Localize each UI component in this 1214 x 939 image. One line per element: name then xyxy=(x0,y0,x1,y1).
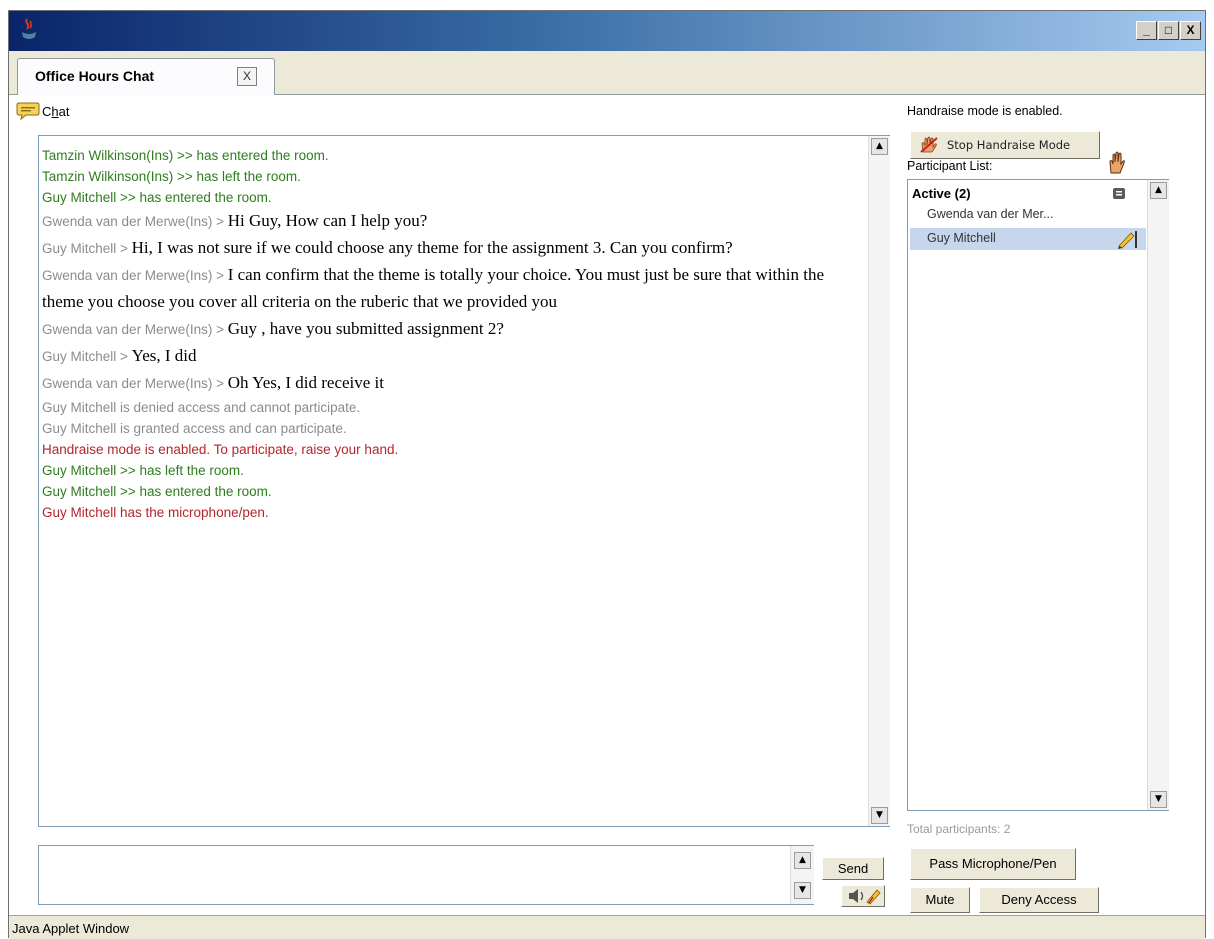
input-scrollbar[interactable]: ▲ ▼ xyxy=(790,846,814,904)
chat-message: Guy Mitchell is granted access and can p… xyxy=(42,421,347,436)
chat-section-label: Chat xyxy=(42,104,70,119)
message-speaker: Gwenda van der Merwe(Ins) > xyxy=(42,322,228,337)
input-scroll-down-icon[interactable]: ▼ xyxy=(794,882,811,899)
chat-message: Guy Mitchell has the microphone/pen. xyxy=(42,505,269,520)
participant-row[interactable]: Gwenda van der Mer... xyxy=(908,204,1146,226)
total-participants: Total participants: 2 xyxy=(907,822,1011,836)
participant-name: Gwenda van der Mer... xyxy=(927,207,1054,221)
participant-list[interactable]: Active (2) Gwenda van der Mer... Guy Mit… xyxy=(907,179,1169,811)
audio-pen-button[interactable] xyxy=(841,885,885,907)
pencil-icon xyxy=(1118,231,1137,249)
scroll-down-arrow-icon[interactable]: ▼ xyxy=(871,807,888,824)
message-text: Oh Yes, I did receive it xyxy=(227,373,384,392)
chat-message: Guy Mitchell > Yes, I did xyxy=(42,343,852,370)
group-collapse-icon[interactable] xyxy=(1112,187,1126,200)
chat-bubble-icon xyxy=(16,102,40,121)
chat-message: Tamzin Wilkinson(Ins) >> has left the ro… xyxy=(42,169,301,184)
message-input[interactable]: ▲ ▼ xyxy=(38,845,814,905)
message-speaker: Guy Mitchell > xyxy=(42,241,132,256)
message-speaker: Guy Mitchell > xyxy=(42,349,132,364)
chat-message: Guy Mitchell > Hi, I was not sure if we … xyxy=(42,235,852,262)
participant-row-selected[interactable]: Guy Mitchell xyxy=(910,228,1146,250)
participant-scrollbar[interactable]: ▲ ▼ xyxy=(1147,180,1169,810)
participant-list-label: Participant List: xyxy=(907,159,993,173)
participant-scroll-up-icon[interactable]: ▲ xyxy=(1150,182,1167,199)
participant-scroll-down-icon[interactable]: ▼ xyxy=(1150,791,1167,808)
pass-microphone-button[interactable]: Pass Microphone/Pen xyxy=(910,848,1076,880)
message-speaker: Gwenda van der Merwe(Ins) > xyxy=(42,214,228,229)
speaker-pen-icon xyxy=(849,889,881,905)
minimize-button[interactable]: _ xyxy=(1136,21,1157,40)
chat-message: Guy Mitchell is denied access and cannot… xyxy=(42,400,361,415)
transcript-messages: Tamzin Wilkinson(Ins) >> has entered the… xyxy=(42,145,852,523)
content-area: Chat Tamzin Wilkinson(Ins) >> has entere… xyxy=(9,95,1205,915)
message-speaker: Gwenda van der Merwe(Ins) > xyxy=(42,376,228,391)
send-button[interactable]: Send xyxy=(822,857,884,880)
stop-handraise-label: Stop Handraise Mode xyxy=(947,138,1071,152)
hand-stop-icon xyxy=(920,136,938,153)
mute-button[interactable]: Mute xyxy=(910,887,970,913)
message-text: Yes, I did xyxy=(131,346,197,365)
chat-message: Guy Mitchell >> has entered the room. xyxy=(42,484,272,499)
chat-transcript[interactable]: Tamzin Wilkinson(Ins) >> has entered the… xyxy=(38,135,890,827)
chat-message: Tamzin Wilkinson(Ins) >> has entered the… xyxy=(42,148,329,163)
raise-hand-icon[interactable] xyxy=(1106,151,1128,175)
participant-group-header[interactable]: Active (2) xyxy=(910,184,1142,204)
applet-window: _ □ X Office Hours Chat X Chat Tamzin Wi… xyxy=(8,10,1206,939)
message-text: Guy , have you submitted assignment 2? xyxy=(227,319,504,338)
maximize-button[interactable]: □ xyxy=(1158,21,1179,40)
message-text: Hi, I was not sure if we could choose an… xyxy=(131,238,733,257)
chat-message: Gwenda van der Merwe(Ins) > Hi Guy, How … xyxy=(42,208,852,235)
chat-message: Handraise mode is enabled. To participat… xyxy=(42,442,399,457)
transcript-scrollbar[interactable]: ▲ ▼ xyxy=(868,136,890,826)
status-bar: Java Applet Window xyxy=(9,915,1205,939)
deny-access-button[interactable]: Deny Access xyxy=(979,887,1099,913)
chat-message: Gwenda van der Merwe(Ins) > I can confir… xyxy=(42,262,852,316)
participant-name: Guy Mitchell xyxy=(927,231,996,245)
chat-message: Guy Mitchell >> has left the room. xyxy=(42,463,244,478)
stop-handraise-button[interactable]: Stop Handraise Mode xyxy=(910,131,1100,159)
close-window-button[interactable]: X xyxy=(1180,21,1201,40)
message-textarea[interactable] xyxy=(41,848,785,904)
group-label: Active (2) xyxy=(912,186,971,201)
chat-message: Gwenda van der Merwe(Ins) > Oh Yes, I di… xyxy=(42,370,852,397)
tab-label: Office Hours Chat xyxy=(35,68,155,84)
tab-office-hours-chat[interactable]: Office Hours Chat X xyxy=(17,58,275,96)
tab-strip: Office Hours Chat X xyxy=(9,51,1205,96)
scroll-up-arrow-icon[interactable]: ▲ xyxy=(871,138,888,155)
input-scroll-up-icon[interactable]: ▲ xyxy=(794,852,811,869)
tab-close-button[interactable]: X xyxy=(237,67,257,86)
chat-message: Guy Mitchell >> has entered the room. xyxy=(42,190,272,205)
chat-message: Gwenda van der Merwe(Ins) > Guy , have y… xyxy=(42,316,852,343)
title-bar[interactable]: _ □ X xyxy=(9,11,1205,51)
message-speaker: Gwenda van der Merwe(Ins) > xyxy=(42,268,228,283)
handraise-status-text: Handraise mode is enabled. xyxy=(907,104,1063,118)
message-text: Hi Guy, How can I help you? xyxy=(227,211,428,230)
java-icon xyxy=(22,18,36,39)
status-bar-text: Java Applet Window xyxy=(12,921,130,936)
